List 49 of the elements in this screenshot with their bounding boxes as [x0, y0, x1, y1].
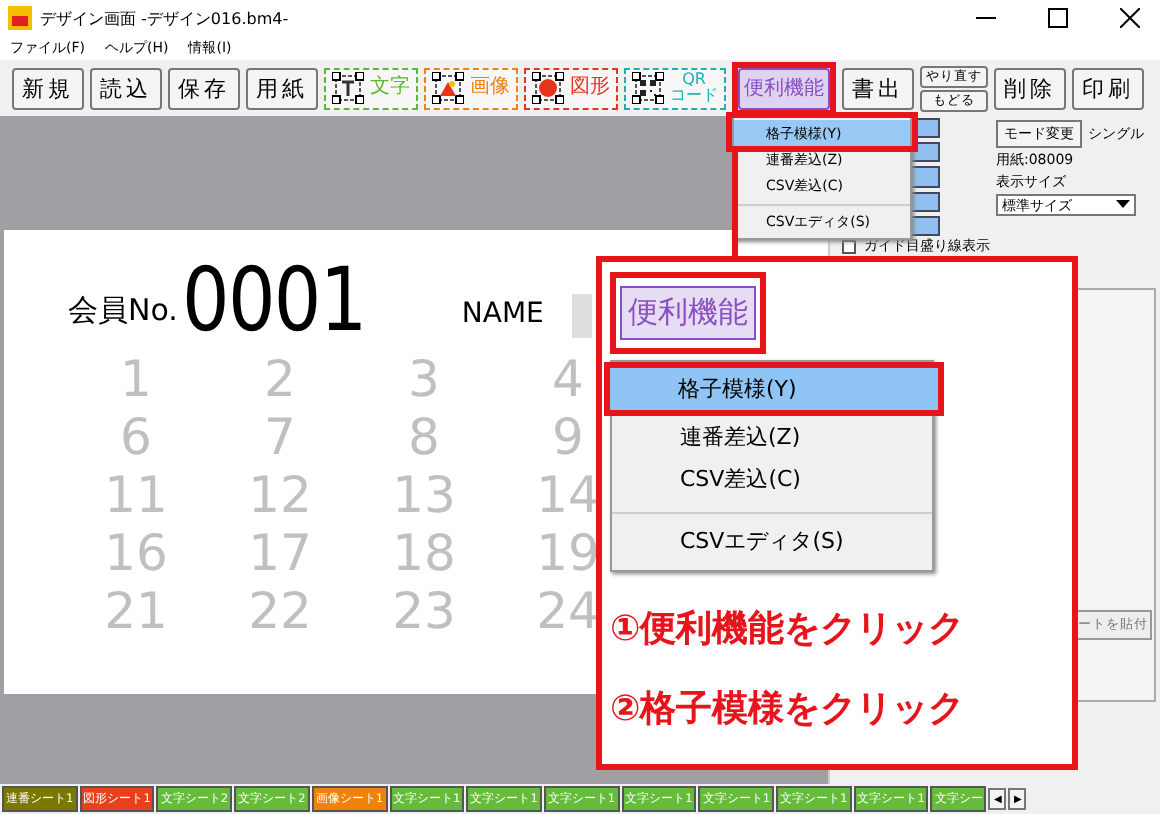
text-tool-icon: [332, 72, 364, 104]
grid-number: 18: [390, 524, 458, 582]
name-label: NAME: [461, 298, 544, 334]
member-number: 0001: [181, 258, 366, 346]
grid-number: 23: [390, 582, 458, 640]
grid-number: 13: [390, 466, 458, 524]
menu-item[interactable]: 格子模様(Y): [604, 362, 944, 416]
grid-number: 8: [406, 408, 442, 466]
toolbar-button[interactable]: 便利機能: [738, 67, 830, 109]
grid-number: 16: [102, 524, 170, 582]
dropdown-arrow-icon: [1116, 200, 1130, 210]
menu-item[interactable]: CSV差込(C): [612, 458, 932, 500]
instruction-text: ①便利機能をクリック: [610, 606, 965, 652]
member-label: 会員No.: [68, 292, 178, 332]
shape-tool-icon: [532, 72, 564, 104]
menu-item[interactable]: 連番差込(Z): [612, 416, 932, 458]
grid-number: 4: [550, 350, 586, 408]
toolbar-button[interactable]: 便利機能: [620, 286, 756, 340]
grid-number: 21: [102, 582, 170, 640]
grid-number: 24: [534, 582, 602, 640]
app-logo-icon: [8, 6, 32, 30]
grid-number: 3: [406, 350, 442, 408]
toolbar-button[interactable]: 新規: [12, 67, 84, 109]
menu-item[interactable]: CSVエディタ(S): [612, 512, 932, 562]
grid-number: 19: [534, 524, 602, 582]
image-tool-icon: [432, 72, 464, 104]
close-icon[interactable]: [1120, 8, 1140, 28]
toolbar-button[interactable]: 読込: [90, 67, 162, 109]
name-field: [571, 294, 592, 338]
grid-number: 12: [246, 466, 314, 524]
toolbar-button[interactable]: 用紙: [246, 67, 318, 109]
grid-number: 2: [262, 350, 298, 408]
grid-number: 17: [246, 524, 314, 582]
window-title: デザイン画面 -デザイン016.bm4-: [40, 7, 289, 29]
grid-number: 6: [118, 408, 154, 466]
grid-number: 7: [262, 408, 298, 466]
qr-code-icon: [632, 72, 664, 104]
toolbar-button[interactable]: 削除: [994, 67, 1066, 109]
toolbar-button[interactable]: 印刷: [1072, 67, 1144, 109]
grid-number: 22: [246, 582, 314, 640]
tool-button[interactable]: 図形: [524, 67, 618, 109]
grid-number: 1: [118, 350, 154, 408]
instruction-text: ②格子模様をクリック: [610, 686, 965, 732]
grid-number: 11: [102, 466, 170, 524]
toolbar-button[interactable]: 書出: [842, 67, 914, 109]
grid-number: 14: [534, 466, 602, 524]
grid-number: 9: [550, 408, 586, 466]
maximize-icon[interactable]: [1048, 8, 1068, 28]
toolbar-button[interactable]: 保存: [168, 67, 240, 109]
